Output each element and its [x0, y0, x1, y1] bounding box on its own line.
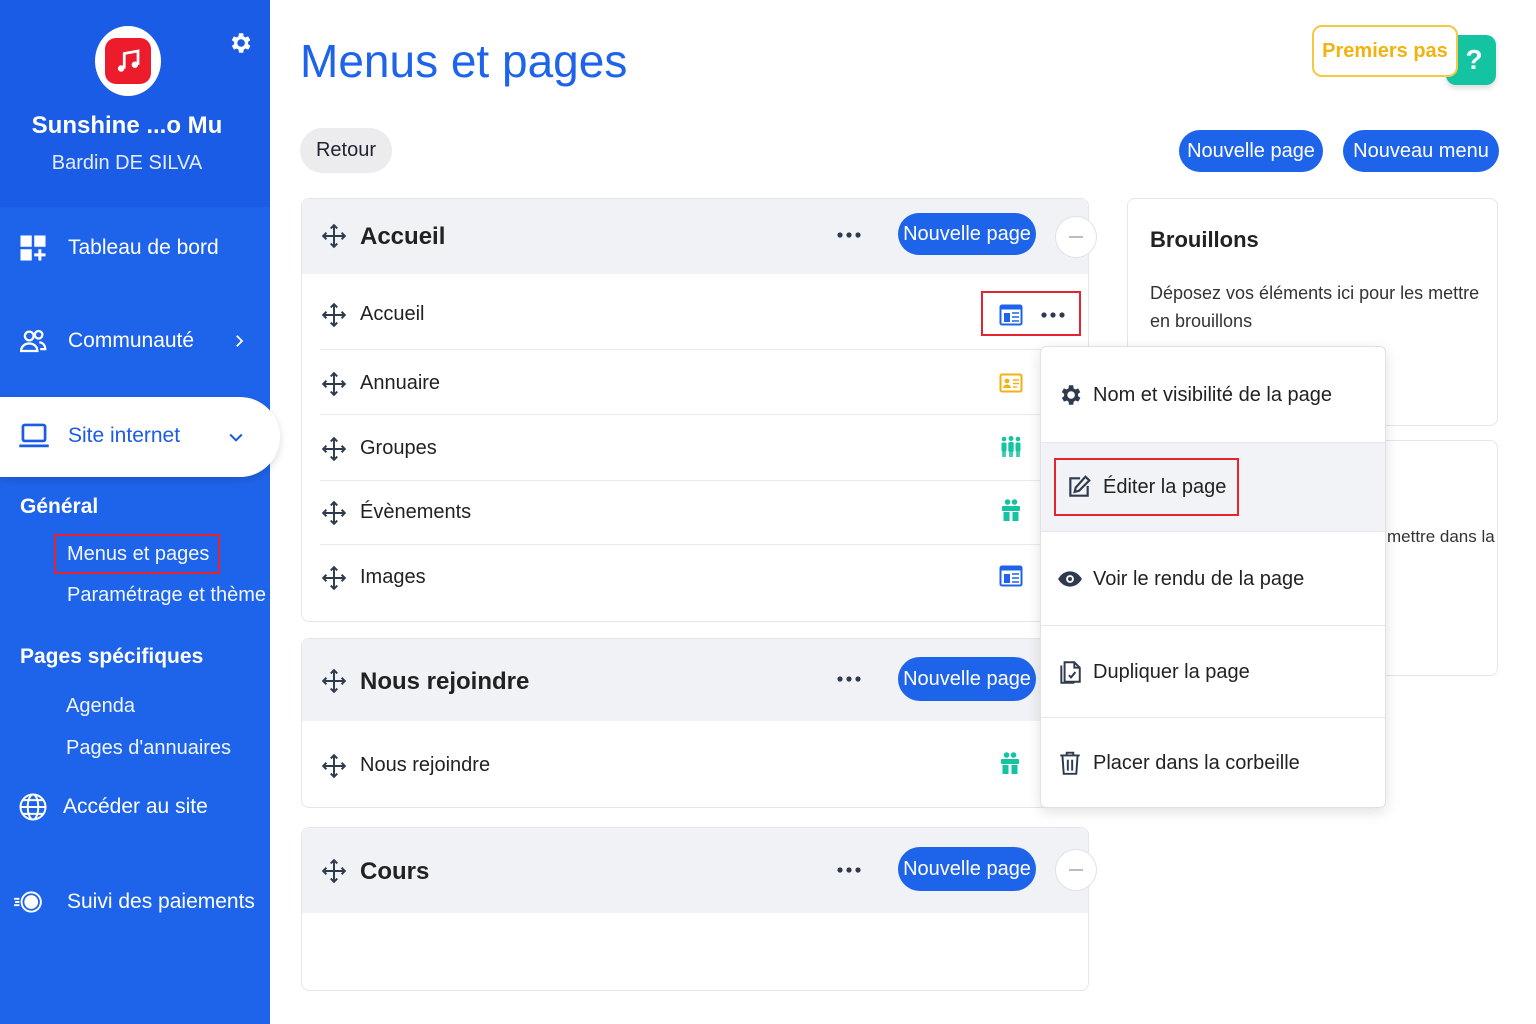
move-icon[interactable]: [321, 858, 347, 884]
menu-title: Nous rejoindre: [360, 668, 530, 695]
menu-item-label: Dupliquer la page: [1093, 660, 1250, 683]
menu-item-preview-page[interactable]: Voir le rendu de la page: [1041, 532, 1385, 626]
page-row-label[interactable]: Nous rejoindre: [360, 754, 490, 777]
move-icon[interactable]: [321, 436, 347, 462]
sidebar-item-dashboard[interactable]: Tableau de bord: [0, 223, 270, 273]
more-options-icon[interactable]: [836, 674, 862, 684]
page-row-label[interactable]: Groupes: [360, 437, 437, 460]
page-row-label[interactable]: Évènements: [360, 501, 471, 524]
sidebar: Sunshine ...o Mu Bardin DE SILVA Tableau…: [0, 0, 280, 1024]
users-icon: [19, 329, 47, 353]
move-icon[interactable]: [321, 668, 347, 694]
sidebar-item-label: Suivi des paiements: [67, 890, 255, 913]
move-icon[interactable]: [321, 500, 347, 526]
selection-highlight: [1054, 458, 1239, 516]
more-options-icon[interactable]: [836, 230, 862, 240]
menu-item-name-visibility[interactable]: Nom et visibilité de la page: [1041, 347, 1385, 443]
trash-description: mettre dans la: [1387, 527, 1495, 546]
gear-icon[interactable]: [227, 30, 253, 56]
menu-card-nous-rejoindre: Nous rejoindre Nouvelle page Nous rejoin…: [301, 638, 1089, 808]
gear-icon: [1061, 385, 1081, 405]
drafts-description: Déposez vos éléments ici pour les mettre…: [1150, 283, 1480, 331]
divider: [320, 414, 1072, 415]
menu-card-cours: Cours Nouvelle page: [301, 827, 1089, 991]
move-icon[interactable]: [321, 302, 347, 328]
sidebar-item-payments[interactable]: Suivi des paiements: [0, 877, 270, 927]
menu-item-label: Nom et visibilité de la page: [1093, 383, 1333, 406]
dashboard-icon: [20, 235, 46, 261]
eye-icon: [1058, 571, 1082, 587]
page-options-menu: Nom et visibilité de la page Éditer la p…: [1040, 346, 1386, 808]
menu-title: Accueil: [360, 223, 446, 250]
page-row-label[interactable]: Annuaire: [360, 372, 440, 395]
trash-icon: [1060, 751, 1080, 775]
sidebar-item-label: Accéder au site: [63, 795, 208, 818]
sidebar-item-label: Site internet: [68, 424, 181, 447]
menu-title: Cours: [360, 858, 430, 885]
minus-icon: [1069, 869, 1083, 871]
divider: [320, 544, 1072, 545]
menu-item-duplicate-page[interactable]: Dupliquer la page: [1041, 626, 1385, 718]
user-name: Bardin DE SILVA: [51, 152, 203, 174]
collapse-button[interactable]: [1055, 849, 1097, 891]
site-name: Sunshine ...o Mu: [31, 112, 223, 139]
gift-icon: [1001, 752, 1019, 774]
site-logo[interactable]: [95, 26, 161, 96]
sidebar-item-visit-site[interactable]: Accéder au site: [0, 782, 270, 832]
contact-card-icon: [999, 373, 1023, 393]
globe-icon: [19, 793, 47, 821]
move-icon[interactable]: [321, 223, 347, 249]
minus-icon: [1069, 236, 1083, 238]
section-title-specific-pages: Pages spécifiques: [20, 645, 204, 668]
duplicate-icon: [1060, 661, 1081, 684]
selection-highlight: [981, 291, 1081, 336]
new-menu-button[interactable]: Nouveau menu: [1343, 130, 1499, 172]
sidebar-item-label: Tableau de bord: [68, 236, 219, 259]
sidebar-subitem-agenda[interactable]: Agenda: [66, 695, 135, 718]
sidebar-item-label: Communauté: [68, 329, 195, 352]
premiers-pas-button[interactable]: Premiers pas: [1312, 25, 1458, 77]
page-title: Menus et pages: [300, 35, 628, 87]
more-options-icon[interactable]: [836, 865, 862, 875]
section-title-general: Général: [20, 495, 99, 518]
menu-item-label: Placer dans la corbeille: [1093, 751, 1300, 774]
sidebar-subitem-directory-pages[interactable]: Pages d'annuaires: [66, 737, 231, 760]
sidebar-subitem-menus-pages[interactable]: Menus et pages: [67, 543, 209, 566]
music-note-icon: [105, 38, 151, 84]
back-button[interactable]: Retour: [300, 128, 392, 173]
sidebar-item-community[interactable]: Communauté: [0, 316, 270, 366]
move-icon[interactable]: [321, 371, 347, 397]
menu-new-page-button[interactable]: Nouvelle page: [898, 657, 1036, 701]
menu-item-label: Voir le rendu de la page: [1093, 567, 1305, 590]
menu-new-page-button[interactable]: Nouvelle page: [898, 847, 1036, 891]
group-icon: [1001, 436, 1021, 457]
chevron-down-icon: [229, 433, 243, 442]
page-row-label[interactable]: Images: [360, 566, 426, 589]
divider: [320, 480, 1072, 481]
move-icon[interactable]: [321, 565, 347, 591]
move-icon[interactable]: [321, 753, 347, 779]
payment-tracking-icon: [14, 891, 42, 913]
page-row-label[interactable]: Accueil: [360, 303, 424, 326]
laptop-icon: [19, 423, 49, 448]
gift-icon: [1002, 499, 1020, 521]
menu-card-header: Nous rejoindre Nouvelle page: [302, 639, 1088, 721]
collapse-button[interactable]: [1055, 216, 1097, 258]
divider: [320, 349, 1072, 350]
menu-new-page-button[interactable]: Nouvelle page: [898, 213, 1036, 255]
menu-card-header: Accueil Nouvelle page: [302, 199, 1088, 274]
menu-card-accueil: Accueil Nouvelle page Accueil Annuaire G…: [301, 198, 1089, 622]
layout-icon: [999, 565, 1023, 587]
sidebar-item-website[interactable]: Site internet: [0, 397, 280, 477]
menu-item-move-to-trash[interactable]: Placer dans la corbeille: [1041, 718, 1385, 808]
menu-card-header: Cours Nouvelle page: [302, 828, 1088, 913]
new-page-button[interactable]: Nouvelle page: [1179, 130, 1323, 172]
sidebar-subitem-settings-theme[interactable]: Paramétrage et thème: [67, 584, 266, 607]
chevron-right-icon: [236, 335, 244, 347]
drafts-title: Brouillons: [1150, 227, 1259, 252]
